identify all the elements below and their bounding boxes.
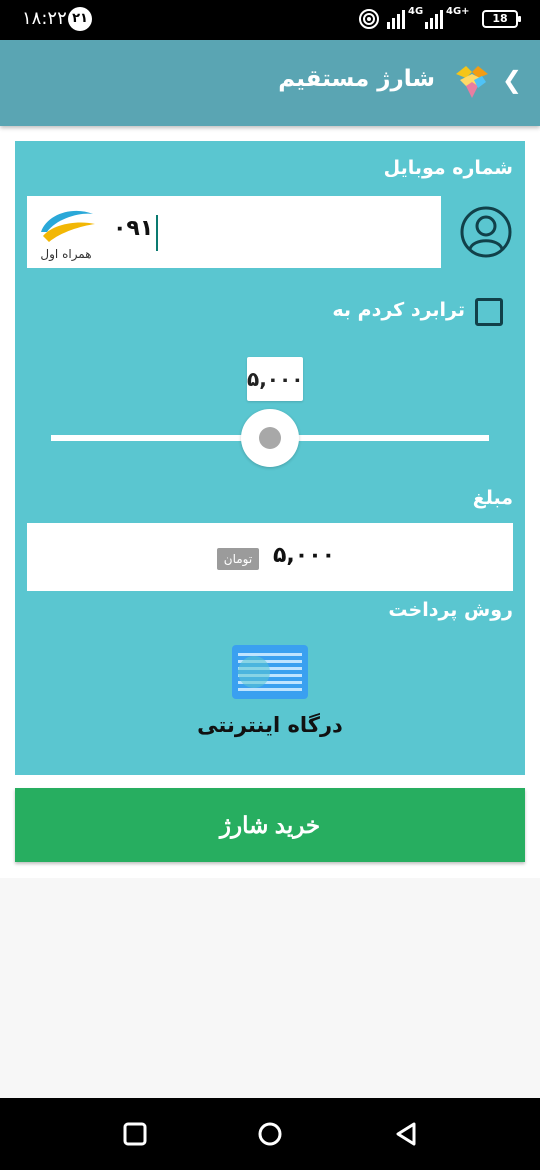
network-type-1: 4G xyxy=(408,6,424,17)
currency-unit-badge: تومان xyxy=(217,548,259,570)
mobile-label: شماره موبایل xyxy=(383,157,513,179)
internet-gateway-icon[interactable] xyxy=(232,645,308,699)
signal-icon-2 xyxy=(425,10,443,29)
contact-picker-icon[interactable] xyxy=(459,205,513,259)
operator-logo: همراه اول xyxy=(40,210,95,262)
buy-charge-button[interactable]: خرید شارژ xyxy=(15,788,525,862)
transfer-label: ترابرد کردم به xyxy=(332,299,465,321)
transfer-checkbox[interactable] xyxy=(475,298,503,326)
home-icon[interactable] xyxy=(256,1120,284,1148)
chevron-left-icon: ❮ xyxy=(501,66,522,94)
operator-logo-text: همراه اول xyxy=(40,247,91,262)
signal-icon xyxy=(387,10,405,29)
amount-slider-thumb[interactable] xyxy=(241,409,299,467)
internet-gateway-label[interactable]: درگاه اینترنتی xyxy=(15,713,525,737)
status-time: ۱۸:۲۲ xyxy=(22,8,67,29)
payment-method-label: روش پرداخت xyxy=(388,599,513,621)
notification-badge: ۲۱ xyxy=(68,7,92,31)
status-icons: 4G 4G+ 18 xyxy=(358,6,521,30)
system-nav-bar xyxy=(0,1098,540,1170)
app-logo-icon xyxy=(456,66,488,98)
amount-field[interactable]: تومان ۵,۰۰۰ xyxy=(27,523,513,591)
charge-form-card: شماره موبایل همراه اول ۰۹۱ ترابرد کردم ب… xyxy=(15,141,525,775)
text-cursor xyxy=(156,215,158,251)
mobile-number-input[interactable]: همراه اول ۰۹۱ xyxy=(27,196,441,268)
mobile-number-value: ۰۹۱ xyxy=(113,216,154,241)
app-bar: شارژ مستقیم ❮ xyxy=(0,40,540,126)
status-bar: ۱۸:۲۲ ۲۱ 4G 4G+ 18 xyxy=(0,0,540,40)
hotspot-icon xyxy=(359,9,379,29)
slider-value-bubble: ۵,۰۰۰ xyxy=(247,357,303,401)
back-nav-icon[interactable] xyxy=(392,1120,420,1148)
amount-value: ۵,۰۰۰ xyxy=(273,543,336,568)
battery-icon: 18 xyxy=(482,10,521,28)
amount-label: مبلغ xyxy=(472,487,513,509)
back-button[interactable]: ❮ xyxy=(502,66,522,94)
network-type-2: 4G+ xyxy=(446,6,470,17)
slider-thumb-dot xyxy=(259,427,281,449)
page-title: شارژ مستقیم xyxy=(278,66,435,92)
recents-icon[interactable] xyxy=(121,1120,149,1148)
